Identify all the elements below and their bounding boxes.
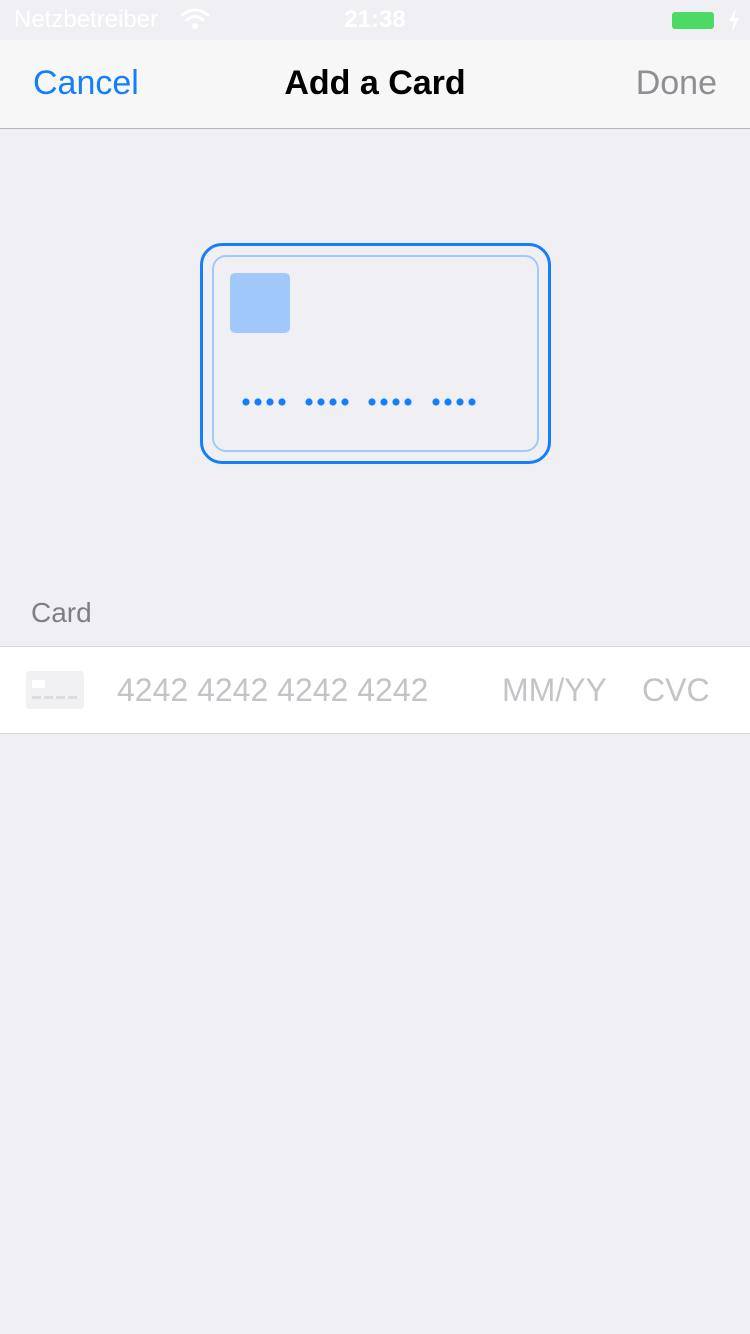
card-number-mask: [242, 398, 476, 406]
done-button[interactable]: Done: [636, 64, 717, 103]
cvc-field[interactable]: [642, 672, 732, 709]
card-preview-inner-border: [212, 255, 539, 452]
battery-icon: [672, 12, 714, 29]
card-chip-icon: [230, 273, 290, 333]
navigation-bar: Cancel Add a Card Done: [0, 40, 750, 129]
status-time: 21:38: [344, 6, 406, 33]
status-bar: Netzbetreiber 21:38: [0, 0, 750, 40]
generic-card-icon: [26, 671, 84, 709]
card-input-row: [0, 646, 750, 734]
card-section-header: Card: [31, 597, 92, 628]
expiry-date-field[interactable]: [502, 672, 622, 709]
card-number-field[interactable]: [117, 672, 487, 709]
charging-icon: [727, 8, 741, 32]
card-preview-illustration: [200, 243, 551, 464]
